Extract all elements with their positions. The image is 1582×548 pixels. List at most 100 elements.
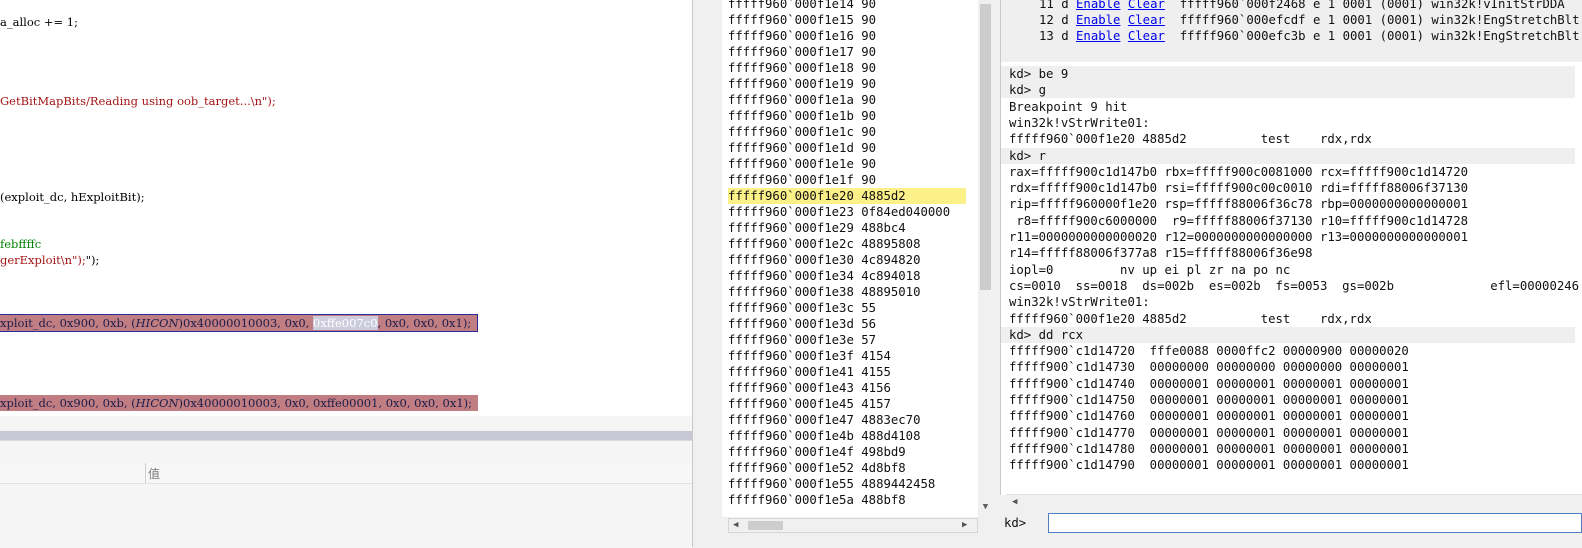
disassembly-row[interactable]: fffff960`000f1e3d 56 [728, 316, 876, 332]
current-instruction-row[interactable]: fffff960`000f1e20 4885d2 [728, 188, 966, 204]
output-line: win32k!vStrWrite01: [1009, 295, 1150, 310]
disassembly-row[interactable]: fffff960`000f1e3e 57 [728, 332, 876, 348]
disassembly-row[interactable]: fffff960`000f1e17 90 [728, 44, 876, 60]
code-token: 0xffe007c0 [313, 316, 378, 330]
scroll-down-arrow-icon[interactable]: ▼ [979, 500, 992, 514]
disassembly-row[interactable]: fffff960`000f1e55 4889442458 [728, 476, 935, 492]
output-line: r11=0000000000000020 r12=000000000000000… [1009, 230, 1469, 244]
command-input[interactable] [1048, 513, 1582, 533]
disassembly-row[interactable]: fffff960`000f1e47 4883ec70 [728, 412, 921, 428]
watch-header: 值 [0, 463, 692, 484]
disassembly-row[interactable]: fffff960`000f1e45 4157 [728, 396, 891, 412]
disassembly-row[interactable]: fffff960`000f1e2c 48895808 [728, 236, 921, 252]
disassembly-row[interactable]: fffff960`000f1e23 0f84ed040000 [728, 204, 950, 220]
editor-horizontal-scrollbar[interactable] [0, 416, 692, 432]
clear-link[interactable]: Clear [1128, 29, 1165, 43]
clear-link[interactable]: Clear [1128, 0, 1165, 11]
code-line[interactable]: a_alloc += 1; [0, 14, 78, 30]
disassembly-row[interactable]: fffff960`000f1e1e 90 [728, 156, 876, 172]
editor-scroll-thumb[interactable] [0, 431, 692, 440]
enable-link[interactable]: Enable [1076, 13, 1120, 27]
disassembly-row[interactable]: fffff960`000f1e1b 90 [728, 108, 876, 124]
command-echo-line: kd> g [1001, 82, 1575, 99]
code-line-highlighted[interactable]: xploit_dc, 0x900, 0xb, (HICON)0x40000010… [0, 395, 479, 411]
output-line: fffff900`c1d14720 fffe0088 0000ffc2 0000… [1009, 344, 1409, 359]
disassembly-row[interactable]: fffff960`000f1e41 4155 [728, 364, 891, 380]
command-echo-line: kd> be 9 [1001, 66, 1575, 82]
command-output[interactable]: 11 d Enable Clear fffff960`000f2468 e 1 … [1000, 0, 1582, 495]
output-line: rdx=fffff900c1d147b0 rsi=fffff900c00c001… [1009, 181, 1469, 196]
disassembly-row[interactable]: fffff960`000f1e52 4d8bf8 [728, 460, 906, 476]
disassembly-hscroll-thumb[interactable] [748, 521, 783, 530]
scroll-right-arrow-icon[interactable]: ▶ [962, 519, 967, 532]
code-line[interactable]: febffffc [0, 236, 41, 252]
disassembly-row[interactable]: fffff960`000f1e34 4c894018 [728, 268, 921, 284]
disassembly-pane[interactable]: fffff960`000f1e14 90 fffff960`000f1e15 90… [722, 0, 978, 517]
kd-prompt-label: kd> [1004, 516, 1027, 530]
watch-panel: 值 [0, 440, 692, 548]
code-token: febffffc [0, 237, 42, 251]
clear-link[interactable]: Clear [1128, 13, 1165, 27]
code-line[interactable]: (exploit_dc, hExploitBit); [0, 189, 145, 205]
breakpoint-row: 12 d Enable Clear fffff960`000efcdf e 1 … [1001, 12, 1582, 28]
disassembly-row[interactable]: fffff960`000f1e4b 488d4108 [728, 428, 921, 444]
code-line[interactable]: gerExploit\n");"); [0, 252, 99, 268]
disassembly-row[interactable]: fffff960`000f1e16 90 [728, 28, 876, 44]
disassembly-row[interactable]: fffff960`000f1e1c 90 [728, 124, 876, 140]
breakpoint-text [1120, 0, 1127, 11]
disassembly-row[interactable]: fffff960`000f1e3f 4154 [728, 348, 891, 364]
enable-link[interactable]: Enable [1076, 29, 1120, 43]
output-line: r8=fffff900c6000000 r9=fffff88006f37130 … [1009, 213, 1469, 228]
column-separator[interactable] [145, 463, 146, 483]
code-token: )0x40000010003, 0x0, [178, 316, 314, 330]
code-token: )0x40000010003, 0x0, 0xffe00001, 0x0, 0x… [178, 396, 473, 410]
code-token: , 0x0, 0x0, 0x1); [377, 316, 472, 330]
output-line: cs=0010 ss=0018 ds=002b es=002b fs=0053 … [1009, 278, 1580, 293]
output-line: fffff960`000f1e20 4885d2 test rdx,rdx [1009, 132, 1372, 147]
output-line: iopl=0 nv up ei pl zr na po nc [1009, 262, 1291, 277]
code-token: HICON [135, 316, 179, 330]
output-line: fffff960`000f1e20 4885d2 test rdx,rdx [1009, 311, 1372, 326]
disassembly-row[interactable]: fffff960`000f1e5a 488bf8 [728, 492, 906, 508]
disassembly-row[interactable]: fffff960`000f1e43 4156 [728, 380, 891, 396]
disassembly-row[interactable]: fffff960`000f1e30 4c894820 [728, 252, 921, 268]
breakpoint-text: 13 d [1039, 29, 1077, 43]
disassembly-row[interactable]: fffff960`000f1e1a 90 [728, 92, 876, 108]
breakpoint-text: 12 d [1039, 13, 1077, 27]
disassembly-row[interactable]: fffff960`000f1e14 90 [728, 0, 876, 12]
disassembly-row[interactable]: fffff960`000f1e4f 498bd9 [728, 444, 906, 460]
disassembly-row[interactable]: fffff960`000f1e3c 55 [728, 300, 876, 316]
breakpoint-text: fffff960`000efcdf e 1 0001 (0001) win32k… [1164, 13, 1580, 27]
output-line: fffff900`c1d14750 00000001 00000001 0000… [1009, 393, 1409, 407]
disassembly-row[interactable]: fffff960`000f1e18 90 [728, 60, 876, 76]
disassembly-row[interactable]: fffff960`000f1e1f 90 [728, 172, 876, 188]
code-token: "); [85, 253, 100, 267]
output-line: fffff900`c1d14730 00000000 00000000 0000… [1009, 360, 1409, 375]
code-token: xploit_dc, 0x900, 0xb, ( [0, 396, 136, 410]
disassembly-scroll-thumb[interactable] [980, 4, 991, 290]
command-horizontal-scrollbar[interactable] [1006, 494, 1582, 511]
pane-divider[interactable] [692, 0, 721, 547]
output-line: fffff900`c1d14740 00000001 00000001 0000… [1009, 376, 1409, 391]
scroll-left-arrow-icon[interactable]: ◀ [733, 519, 738, 532]
breakpoint-text [1120, 29, 1127, 43]
disassembly-row[interactable]: fffff960`000f1e1d 90 [728, 140, 876, 156]
enable-link[interactable]: Enable [1076, 0, 1120, 11]
disassembly-row[interactable]: fffff960`000f1e38 48895010 [728, 284, 921, 300]
breakpoint-text [1120, 13, 1127, 27]
code-token: HICON [135, 396, 179, 410]
scroll-left-arrow-icon[interactable]: ◀ [1012, 494, 1017, 510]
disassembly-row[interactable]: fffff960`000f1e29 488bc4 [728, 220, 906, 236]
code-line[interactable]: GetBitMapBits/Reading using oob_target..… [0, 93, 276, 109]
output-spacer [1001, 44, 1582, 62]
output-line: fffff900`c1d14780 00000001 00000001 0000… [1009, 441, 1409, 456]
output-line: fffff900`c1d14770 00000001 00000001 0000… [1009, 425, 1409, 440]
value-column-header[interactable]: 值 [148, 465, 160, 482]
code-token: gerExploit\n"); [0, 253, 86, 267]
disassembly-row[interactable]: fffff960`000f1e15 90 [728, 12, 876, 28]
code-line-highlighted[interactable]: xploit_dc, 0x900, 0xb, (HICON)0x40000010… [0, 314, 479, 332]
code-editor[interactable]: a_alloc += 1; GetBitMapBits/Reading usin… [0, 0, 692, 416]
code-token: xploit_dc, 0x900, 0xb, ( [0, 316, 136, 330]
code-token: a_alloc += 1; [0, 15, 78, 29]
disassembly-row[interactable]: fffff960`000f1e19 90 [728, 76, 876, 92]
